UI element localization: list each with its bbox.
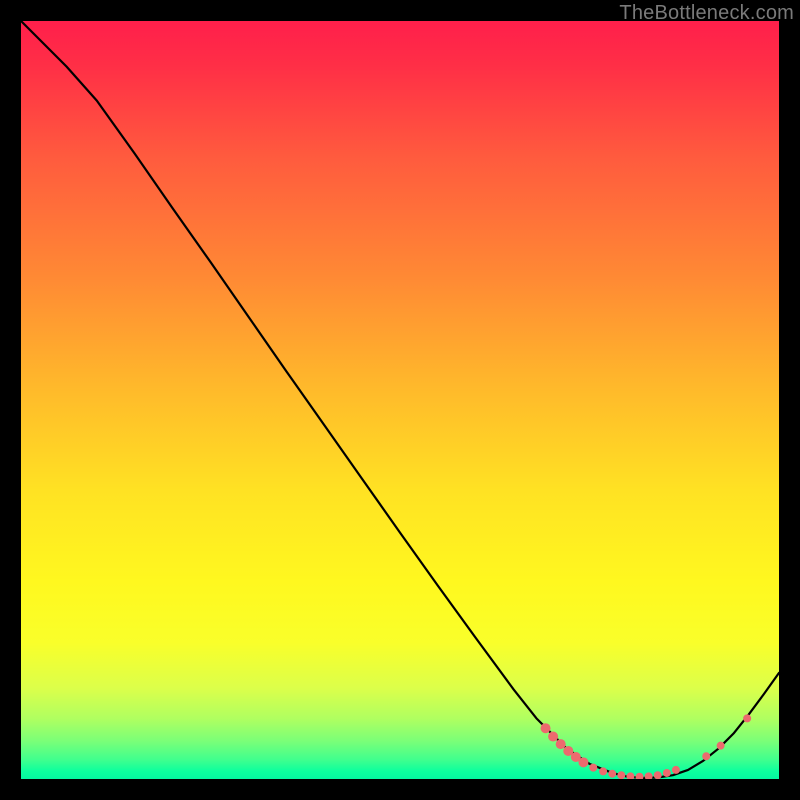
data-marker: [717, 742, 725, 750]
data-marker: [702, 752, 710, 760]
data-marker: [672, 766, 680, 774]
chart-overlay: [21, 21, 779, 779]
curve-markers: [541, 714, 752, 779]
data-marker: [654, 771, 662, 779]
data-marker: [636, 773, 644, 779]
data-marker: [589, 764, 597, 772]
data-marker: [541, 723, 551, 733]
data-marker: [663, 769, 671, 777]
bottleneck-curve: [21, 21, 779, 778]
data-marker: [578, 757, 588, 767]
data-marker: [548, 732, 558, 742]
data-marker: [556, 739, 566, 749]
data-marker: [626, 772, 634, 779]
data-marker: [645, 772, 653, 779]
data-marker: [617, 771, 625, 779]
data-marker: [608, 770, 616, 778]
chart-stage: TheBottleneck.com: [0, 0, 800, 800]
data-marker: [563, 746, 573, 756]
data-marker: [571, 752, 581, 762]
data-marker: [743, 714, 751, 722]
data-marker: [599, 767, 607, 775]
plot-area: [21, 21, 779, 779]
